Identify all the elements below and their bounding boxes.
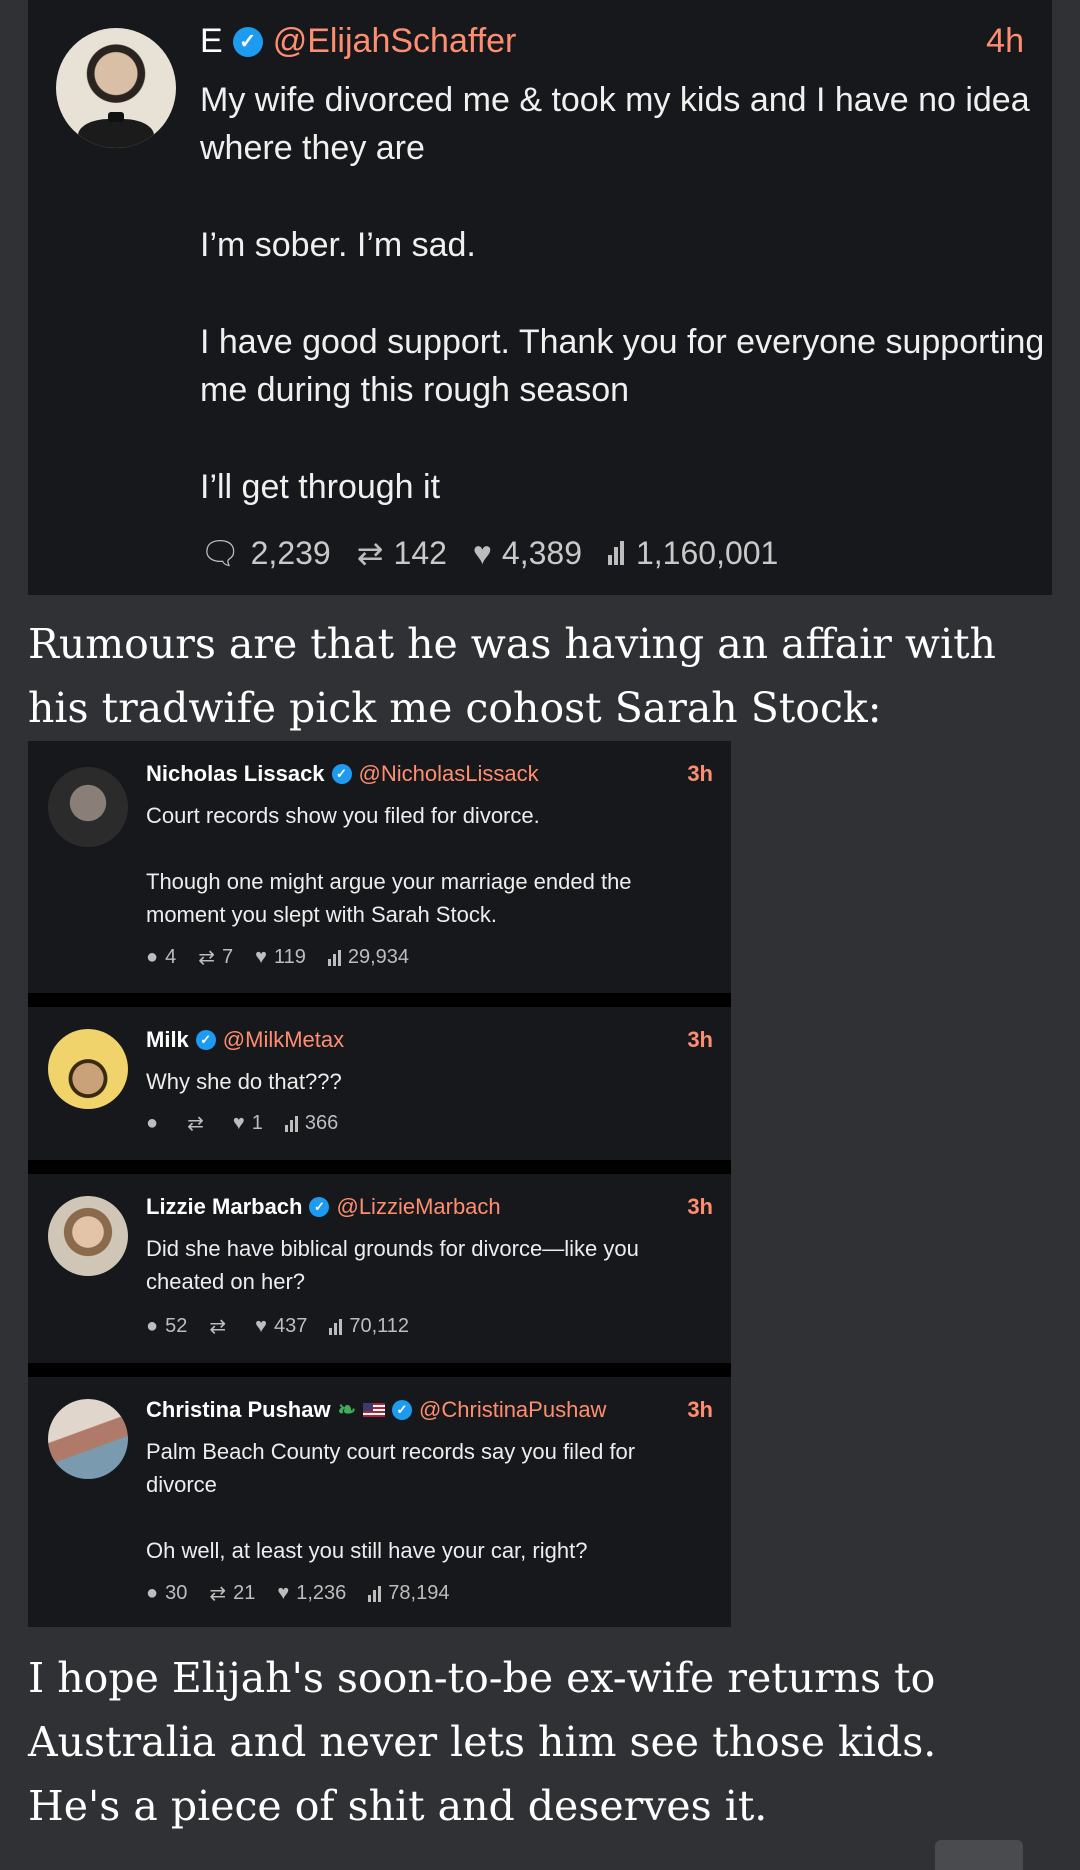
user-handle: @LizzieMarbach (336, 1194, 501, 1219)
display-name: Christina Pushaw (146, 1397, 331, 1422)
tweet-paragraph: I’m sober. I’m sad. (200, 226, 476, 264)
divider (28, 993, 731, 1007)
retweet-icon: ⇄ (198, 947, 215, 969)
speech-bubble-icon: ● (146, 1112, 159, 1134)
verified-badge-icon: ✓ (392, 1400, 413, 1420)
bar-chart-icon (327, 949, 341, 966)
reply-stats: ● 52 ⇄ ♥ 437 70,112 (146, 1314, 431, 1339)
display-name: Milk (146, 1027, 189, 1052)
speech-bubble-icon: ● (146, 1315, 159, 1337)
user-handle: @ElijahSchaffer (272, 22, 517, 60)
like-count: 1 (251, 1112, 263, 1134)
reply-paragraph: Oh well, at least you still have your ca… (146, 1538, 588, 1563)
bar-chart-icon (329, 1318, 343, 1335)
reply-header: Milk ✓ @MilkMetax (146, 1027, 344, 1053)
timestamp: 3h (687, 761, 713, 786)
like-count: 4,389 (501, 534, 582, 571)
like-count: 437 (273, 1315, 308, 1337)
divider (28, 1160, 731, 1174)
reply-header: Lizzie Marbach ✓ @LizzieMarbach (146, 1194, 501, 1220)
like-count: 1,236 (296, 1582, 347, 1604)
tweet-header: E ✓ @ElijahSchaffer (200, 22, 516, 61)
divider (28, 1363, 731, 1377)
speech-bubble-icon: ● (146, 946, 159, 968)
bar-chart-icon (607, 541, 624, 565)
reply-tweet: Milk ✓ @MilkMetax 3h Why she do that??? … (28, 1007, 731, 1160)
display-name: Nicholas Lissack (146, 761, 325, 786)
reply-header: Nicholas Lissack ✓ @NicholasLissack (146, 761, 539, 787)
retweet-icon: ⇄ (187, 1113, 204, 1135)
retweet-count: 21 (233, 1582, 256, 1604)
tweet-paragraph: I’ll get through it (200, 468, 441, 506)
reply-tweet: Nicholas Lissack ✓ @NicholasLissack 3h C… (28, 741, 731, 993)
tweet-text: My wife divorced me & took my kids and I… (200, 76, 1060, 560)
reply-stats: ● ⇄ ♥ 1 366 (146, 1111, 360, 1136)
reply-count: 52 (165, 1315, 188, 1337)
us-flag-icon (363, 1403, 386, 1417)
avatar (48, 1399, 128, 1479)
heart-icon: ♥ (255, 1315, 267, 1337)
bar-chart-icon (284, 1115, 298, 1132)
retweet-icon: ⇄ (209, 1316, 227, 1338)
speech-bubble-icon: 🗨︎ (200, 535, 241, 571)
verified-badge-icon: ✓ (232, 26, 263, 57)
timestamp: 3h (687, 1397, 713, 1422)
reply-count: 30 (165, 1582, 188, 1604)
reply-stats: ● 4 ⇄ 7 ♥ 119 29,934 (146, 945, 431, 970)
bar-chart-icon (368, 1585, 382, 1602)
reply-text: Court records show you filed for divorce… (146, 799, 716, 964)
reply-count: 2,239 (250, 534, 331, 571)
retweet-count: 142 (393, 534, 447, 571)
reply-tweet: Lizzie Marbach ✓ @LizzieMarbach 3h Did s… (28, 1174, 731, 1363)
reply-stats: ● 30 ⇄ 21 ♥ 1,236 78,194 (146, 1581, 471, 1606)
tweet-paragraph: I have good support. Thank you for every… (200, 323, 1045, 409)
user-handle: @MilkMetax (222, 1027, 345, 1052)
scroll-to-top-button[interactable] (935, 1840, 1023, 1870)
comment-text: Rumours are that he was having an affair… (28, 620, 996, 732)
avatar (56, 28, 176, 148)
reply-text: Palm Beach County court records say you … (146, 1435, 686, 1600)
dna-emoji-icon: ❧ (337, 1397, 357, 1422)
reply-header: Christina Pushaw ❧ ✓ @ChristinaPushaw (146, 1397, 606, 1423)
reply-paragraph: Court records show you filed for divorce… (146, 803, 540, 828)
heart-icon: ♥ (472, 534, 492, 571)
tweet-paragraph: My wife divorced me & took my kids and I… (200, 81, 1030, 167)
reply-paragraph: Palm Beach County court records say you … (146, 1439, 636, 1497)
replies-screenshot: Nicholas Lissack ✓ @NicholasLissack 3h C… (28, 741, 731, 1627)
retweet-icon: ⇄ (356, 535, 384, 571)
reply-tweet: Christina Pushaw ❧ ✓ @ChristinaPushaw 3h… (28, 1377, 731, 1627)
timestamp: 3h (687, 1027, 713, 1052)
display-name: Lizzie Marbach (146, 1194, 303, 1219)
like-count: 119 (273, 946, 306, 968)
tweet-stats: 🗨︎ 2,239 ⇄ 142 ♥ 4,389 1,160,001 (200, 534, 778, 572)
reply-paragraph: Though one might argue your marriage end… (146, 869, 632, 927)
timestamp: 3h (687, 1194, 713, 1219)
heart-icon: ♥ (232, 1112, 245, 1134)
timestamp: 4h (986, 22, 1024, 60)
main-tweet-screenshot: E ✓ @ElijahSchaffer 4h My wife divorced … (28, 0, 1052, 595)
reply-paragraph: Why she do that??? (146, 1069, 342, 1094)
avatar (48, 1029, 128, 1109)
retweet-count: 7 (221, 946, 234, 968)
heart-icon: ♥ (277, 1582, 290, 1604)
verified-badge-icon: ✓ (309, 1197, 330, 1217)
view-count: 1,160,001 (635, 534, 779, 571)
verified-badge-icon: ✓ (331, 764, 352, 784)
verified-badge-icon: ✓ (195, 1030, 216, 1050)
comment-text: I hope Elijah's soon-to-be ex-wife retur… (28, 1654, 937, 1830)
user-handle: @ChristinaPushaw (419, 1397, 607, 1422)
reply-count: 4 (165, 946, 177, 968)
avatar (48, 1196, 128, 1276)
view-count: 78,194 (388, 1582, 450, 1604)
retweet-icon: ⇄ (209, 1583, 227, 1605)
speech-bubble-icon: ● (146, 1582, 159, 1604)
display-name: E (200, 22, 223, 60)
view-count: 366 (304, 1112, 339, 1134)
heart-icon: ♥ (255, 946, 267, 968)
view-count: 70,112 (349, 1315, 410, 1337)
view-count: 29,934 (347, 946, 410, 968)
user-handle: @NicholasLissack (358, 761, 539, 786)
avatar (48, 767, 128, 847)
reply-paragraph: Did she have biblical grounds for divorc… (146, 1236, 639, 1294)
